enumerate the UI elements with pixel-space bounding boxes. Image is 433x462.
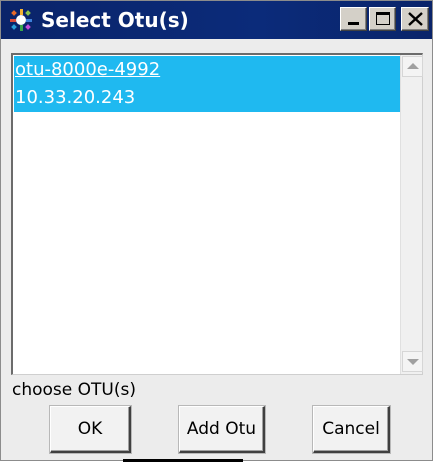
app-icon xyxy=(9,8,33,32)
cancel-button[interactable]: Cancel xyxy=(313,406,390,453)
status-label: choose OTU(s) xyxy=(12,380,136,400)
select-otu-dialog: Select Otu(s) otu-8000e-4992 10.33.20.24… xyxy=(0,0,433,462)
vertical-scrollbar[interactable] xyxy=(400,55,423,374)
maximize-icon xyxy=(376,12,390,25)
window-title: Select Otu(s) xyxy=(41,8,189,32)
ok-button[interactable]: OK xyxy=(50,406,131,453)
title-bar[interactable]: Select Otu(s) xyxy=(1,1,432,39)
otu-list: otu-8000e-4992 10.33.20.243 xyxy=(14,56,400,112)
close-button[interactable] xyxy=(401,7,429,31)
close-icon xyxy=(408,12,423,26)
minimize-icon xyxy=(348,22,359,25)
arrow-up-icon xyxy=(407,63,419,69)
add-otu-button[interactable]: Add Otu xyxy=(179,406,265,453)
scroll-up-button[interactable] xyxy=(402,56,423,77)
otu-listbox[interactable]: otu-8000e-4992 10.33.20.243 xyxy=(11,53,423,375)
maximize-button[interactable] xyxy=(369,7,396,31)
list-item[interactable]: 10.33.20.243 xyxy=(14,84,400,112)
scroll-down-button[interactable] xyxy=(402,351,423,372)
arrow-down-icon xyxy=(407,359,419,365)
minimize-button[interactable] xyxy=(340,7,367,31)
list-item[interactable]: otu-8000e-4992 xyxy=(14,56,400,84)
